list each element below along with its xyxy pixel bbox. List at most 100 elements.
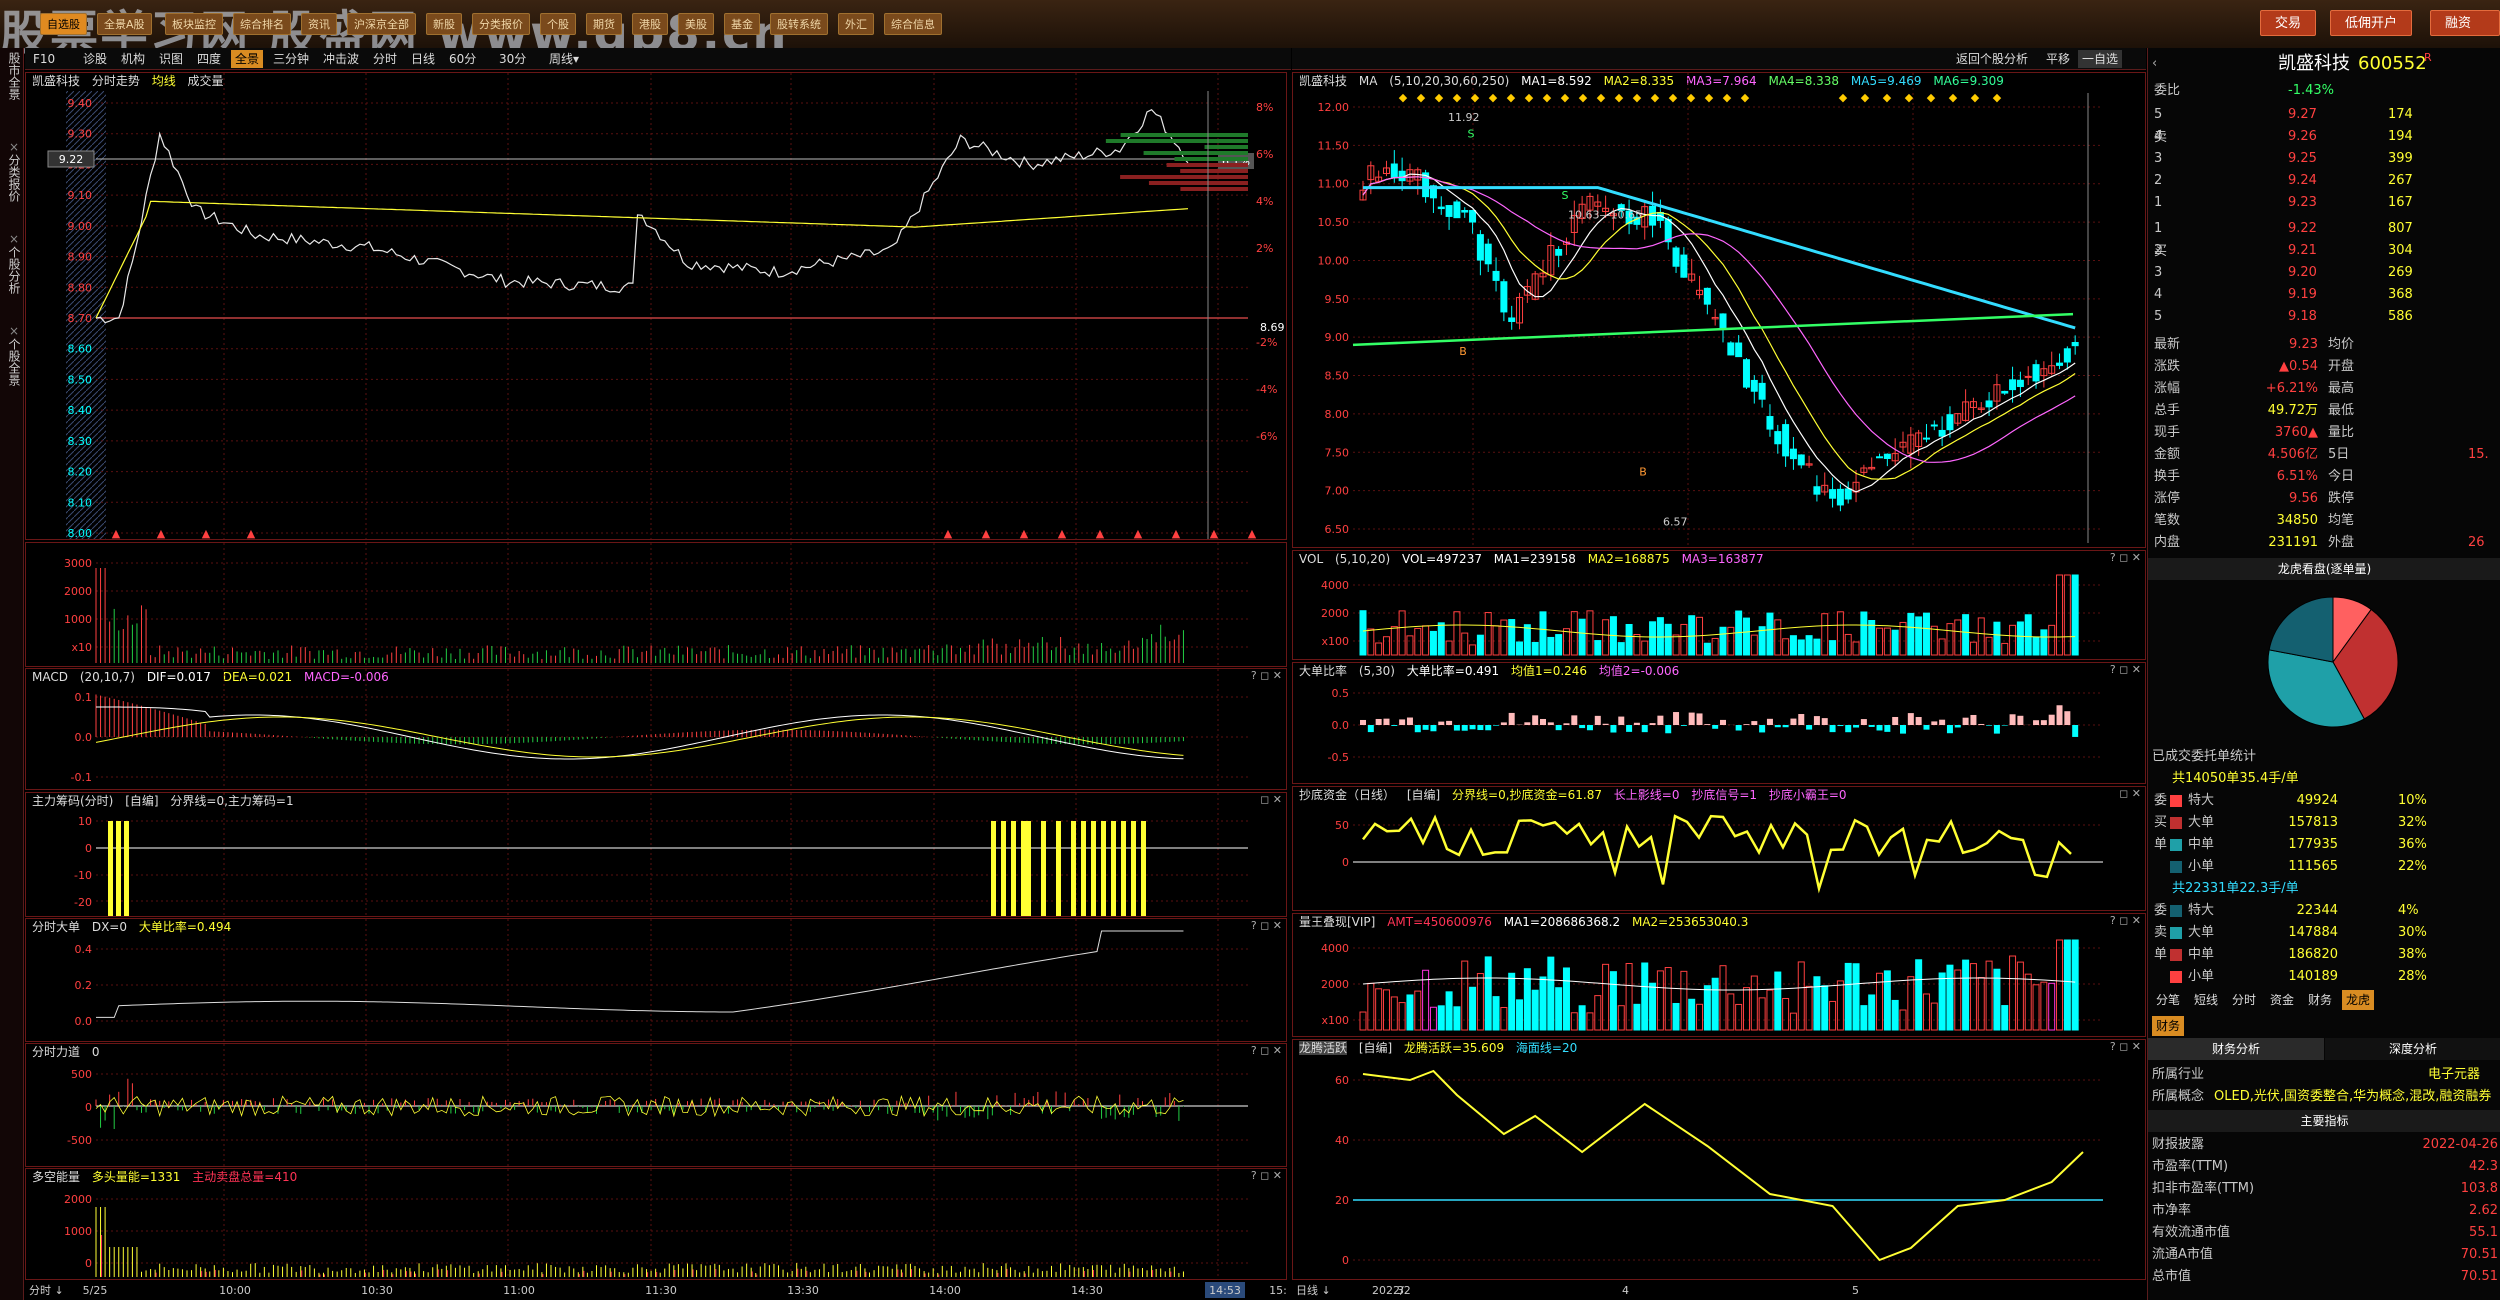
orderbook-bar xyxy=(1174,157,1248,161)
pct-tick: -4% xyxy=(1256,383,1277,396)
pct-tick: 8% xyxy=(1256,101,1273,114)
daily-bar xyxy=(1993,621,2001,656)
sidebar-tab[interactable]: 分时 xyxy=(2228,990,2260,1010)
sell-level-row[interactable]: 2 9.24 267 xyxy=(2148,170,2500,192)
flat-button[interactable]: 平移 xyxy=(2042,50,2074,68)
menu-item[interactable]: 综合排名 xyxy=(233,13,291,35)
candle-body xyxy=(1719,313,1727,329)
menu-item[interactable]: 全景A股 xyxy=(97,13,152,35)
menu-item[interactable]: 沪深京全部 xyxy=(347,13,416,35)
toolbar-item[interactable]: F10 xyxy=(29,50,59,68)
sidebar-tab[interactable]: 财务 xyxy=(2304,990,2336,1010)
toolbar-item[interactable]: 诊股 xyxy=(79,50,111,68)
time-axis-label: 15:00 xyxy=(1269,1284,1287,1297)
finance-analysis-tab[interactable]: 财务分析 xyxy=(2148,1038,2324,1060)
order-size-label: 特大 xyxy=(2188,793,2215,808)
sell-level-row[interactable]: 1 9.23 167 xyxy=(2148,192,2500,214)
toolbar-item[interactable]: 机构 xyxy=(117,50,149,68)
menu-item[interactable]: 个股 xyxy=(540,13,576,35)
deep-analysis-tab[interactable]: 深度分析 xyxy=(2325,1038,2500,1060)
menu-item[interactable]: 自选股 xyxy=(40,13,87,35)
toolbar-item[interactable]: 分时 xyxy=(369,50,401,68)
back-to-analysis-button[interactable]: 返回个股分析 xyxy=(1952,50,2032,68)
candle-body xyxy=(1922,437,1930,440)
menu-item[interactable]: 新股 xyxy=(426,13,462,35)
sell-signal-marker: S xyxy=(1562,189,1569,202)
buy-level-row[interactable]: 5 9.18 586 xyxy=(2148,306,2500,328)
candle-body xyxy=(2009,379,2017,391)
daily-bar xyxy=(1649,982,1657,1031)
force-panel[interactable]: 分时力道 0 ? ◻ ✕ 500 0 -500 xyxy=(25,1043,1287,1167)
toolbar-item[interactable]: 冲击波 xyxy=(319,50,363,68)
big-ratio-panel[interactable]: 大单比率 (5,30) 大单比率=0.491 均值1=0.246 均值2=-0.… xyxy=(1292,662,2146,784)
chevron-left-icon[interactable]: ‹ xyxy=(2152,50,2157,78)
intraday-volume-panel[interactable]: 3000 2000 1000 x10 xyxy=(25,542,1287,667)
toolbar-item[interactable]: 周线▾ xyxy=(545,50,583,68)
menu-item[interactable]: 分类报价 xyxy=(472,13,530,35)
kline-price-tick: 6.50 xyxy=(1325,523,1350,536)
menu-item[interactable]: 股转系统 xyxy=(770,13,828,35)
dragon-panel[interactable]: 龙腾活跃 [自编] 龙腾活跃=35.609 海面线=20 ? ◻ ✕ 60 40 2… xyxy=(1292,1039,2146,1280)
buy-level-row[interactable]: 3 9.20 269 xyxy=(2148,262,2500,284)
level-price: 9.27 xyxy=(2288,107,2317,122)
trade-button[interactable]: 交易 xyxy=(2260,10,2317,36)
ratio-bar xyxy=(1594,715,1601,725)
signal-diamond: ◆ xyxy=(1489,91,1498,104)
toolbar-item[interactable]: 三分钟 xyxy=(269,50,313,68)
toolbar-item[interactable]: 四度 xyxy=(193,50,225,68)
menu-item[interactable]: 板块监控 xyxy=(165,13,223,35)
menu-item[interactable]: 期货 xyxy=(586,13,622,35)
industry-value: 电子元器 xyxy=(2428,1067,2481,1082)
margin-button[interactable]: 融资 xyxy=(2430,10,2500,36)
sidebar-tab[interactable]: 资金 xyxy=(2266,990,2298,1010)
buy-level-row[interactable]: 4 9.19 368 xyxy=(2148,284,2500,306)
buy-order-row: 小单 111565 22% xyxy=(2148,856,2500,878)
daily-bar xyxy=(1500,1007,1508,1031)
daily-volume-panel[interactable]: VOL (5,10,20) VOL=497237 MA1=239158 MA2=… xyxy=(1292,550,2146,660)
date-axis-label: 2022/2 xyxy=(1372,1284,1411,1297)
daily-bar xyxy=(1829,1000,1837,1031)
big-order-panel[interactable]: 分时大单 DX=0 大单比率=0.494 ? ◻ ✕ 0.4 0.2 0.0 xyxy=(25,918,1287,1042)
energy-tick: 1000 xyxy=(64,1225,92,1238)
toolbar-item[interactable]: 30分 xyxy=(495,50,530,68)
toolbar-item[interactable]: 60分 xyxy=(445,50,480,68)
left-tab-stock-overview[interactable]: ×个股全景 xyxy=(2,324,22,386)
menu-item[interactable]: 综合信息 xyxy=(884,13,942,35)
daily-kline-panel[interactable]: 凯盛科技 MA (5,10,20,30,60,250) MA1=8.592 MA… xyxy=(1292,72,2146,548)
sidebar-tab[interactable]: 龙虎 xyxy=(2342,990,2375,1010)
daily-tick: -0.5 xyxy=(1328,751,1349,764)
buy-level-row[interactable]: 1 9.22 807 xyxy=(2148,218,2500,240)
kline-price-tick: 10.00 xyxy=(1318,254,1350,267)
menu-item[interactable]: 资讯 xyxy=(301,13,337,35)
toolbar-item[interactable]: 识图 xyxy=(155,50,187,68)
main-chip-panel[interactable]: 主力筹码(分时) [自编] 分界线=0,主力筹码=1 ◻ ✕ 10 0 -10 -20 xyxy=(25,792,1287,917)
energy-panel[interactable]: 多空能量 多头量能=1331 主动卖盘总量=410 ? ◻ ✕ 2000 1000… xyxy=(25,1168,1287,1280)
stat-value: 3760▲ xyxy=(2274,425,2318,440)
toolbar-item[interactable]: 日线 xyxy=(407,50,439,68)
sidebar-tab[interactable]: 短线 xyxy=(2190,990,2222,1010)
volume-king-panel[interactable]: 量王叠现[VIP] AMT=450600976 MA1=208686368.2 … xyxy=(1292,913,2146,1037)
stat-label: 总手 xyxy=(2154,403,2181,418)
sell-level-row[interactable]: 5 9.27 174 xyxy=(2148,104,2500,126)
toolbar-item[interactable]: 全景 xyxy=(231,50,264,68)
ratio-bar xyxy=(1383,718,1390,725)
daily-bar xyxy=(1672,1002,1680,1031)
left-tab-market[interactable]: 股市全景 xyxy=(2,52,22,100)
sell-level-row[interactable]: 3 9.25 399 xyxy=(2148,148,2500,170)
buy-level-row[interactable]: 2 9.21 304 xyxy=(2148,240,2500,262)
watchlist-dropdown[interactable]: 一自选 xyxy=(2078,50,2123,68)
menu-item[interactable]: 美股 xyxy=(678,13,714,35)
sidebar-tab[interactable]: 分笔 xyxy=(2152,990,2184,1010)
intraday-price-panel[interactable]: 凯盛科技 分时走势 均线 成交量 9.409.309.209.109.008.9… xyxy=(25,72,1287,540)
open-account-button[interactable]: 低佣开户 xyxy=(2330,10,2413,36)
macd-panel[interactable]: MACD (20,10,7) DIF=0.017 DEA=0.021 MACD=… xyxy=(25,668,1287,790)
left-tab-category[interactable]: ×分类报价 xyxy=(2,140,22,202)
menu-item[interactable]: 外汇 xyxy=(838,13,874,35)
finance-tab[interactable]: 财务 xyxy=(2152,1016,2185,1036)
menu-item[interactable]: 港股 xyxy=(632,13,668,35)
bottom-fund-panel[interactable]: 抄底资金（日线） [自编] 分界线=0,抄底资金=61.87 长上影线=0 抄底… xyxy=(1292,786,2146,911)
price-tick: 8.80 xyxy=(68,281,93,294)
sell-level-row[interactable]: 4 9.26 194 xyxy=(2148,126,2500,148)
left-tab-stock-analysis[interactable]: ×个股分析 xyxy=(2,232,22,294)
menu-item[interactable]: 基金 xyxy=(724,13,760,35)
